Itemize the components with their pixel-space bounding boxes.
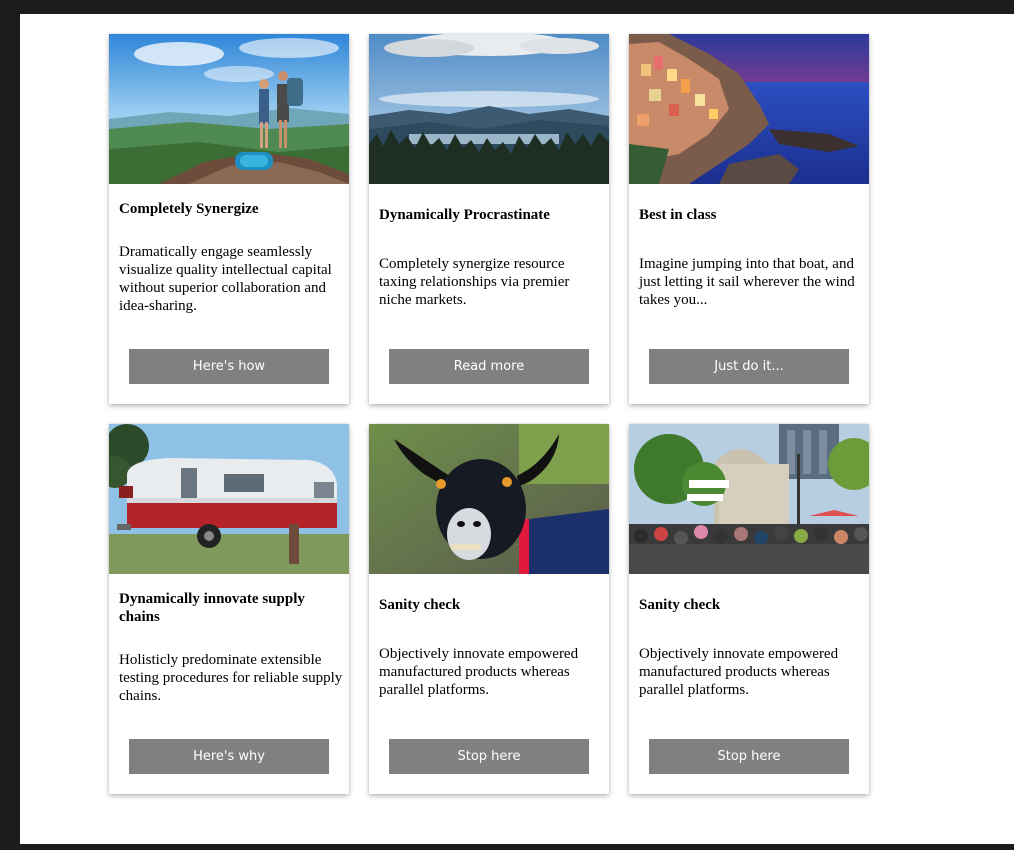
card-description: Dramatically engage seamlessly visualize… xyxy=(119,244,332,314)
card-dynamically-procrastinate: Dynamically Procrastinate Completely syn… xyxy=(369,34,609,404)
card-title: Dynamically Procrastinate xyxy=(379,207,550,223)
stop-here-button[interactable]: Stop here xyxy=(649,739,849,774)
card-best-in-class: Best in class Imagine jumping into that … xyxy=(629,34,869,404)
card-completely-synergize: Completely Synergize Dramatically engage… xyxy=(109,34,349,404)
card-title: Dynamically innovate supply chains xyxy=(119,591,305,625)
card-description: Holisticly predominate extensible testin… xyxy=(119,652,343,704)
card-description: Completely synergize resource taxing rel… xyxy=(379,256,570,308)
card-sanity-check-festival: Sanity check Objectively innovate empowe… xyxy=(629,424,869,794)
card-image xyxy=(629,424,869,574)
heres-why-button[interactable]: Here's why xyxy=(129,739,329,774)
read-more-button[interactable]: Read more xyxy=(389,349,589,384)
card-sanity-check-goat: Sanity check Objectively innovate empowe… xyxy=(369,424,609,794)
card-title: Completely Synergize xyxy=(119,201,259,217)
card-description: Objectively innovate empowered manufactu… xyxy=(639,646,839,698)
card-description: Objectively innovate empowered manufactu… xyxy=(379,646,579,698)
heres-how-button[interactable]: Here's how xyxy=(129,349,329,384)
card-dynamically-innovate-supply-chains: Dynamically innovate supply chains Holis… xyxy=(109,424,349,794)
card-image xyxy=(629,34,869,184)
stop-here-button[interactable]: Stop here xyxy=(389,739,589,774)
card-image xyxy=(369,424,609,574)
card-title: Best in class xyxy=(639,207,717,223)
just-do-it-button[interactable]: Just do it... xyxy=(649,349,849,384)
card-title: Sanity check xyxy=(639,597,721,613)
card-title: Sanity check xyxy=(379,597,461,613)
card-image xyxy=(109,424,349,574)
card-description: Imagine jumping into that boat, and just… xyxy=(639,256,855,308)
card-image xyxy=(109,34,349,184)
card-image xyxy=(369,34,609,184)
page-content: Completely Synergize Dramatically engage… xyxy=(20,14,1014,844)
